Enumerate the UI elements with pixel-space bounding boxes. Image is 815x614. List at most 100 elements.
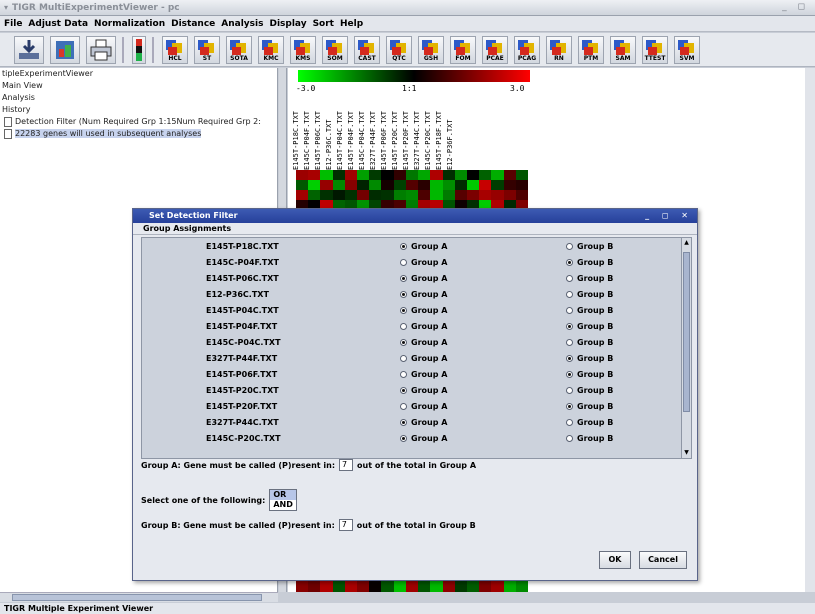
group-a-radio[interactable]: Group A <box>400 402 447 411</box>
logic-list[interactable]: OR AND <box>269 489 297 511</box>
heatmap-cell[interactable] <box>332 170 345 180</box>
heatmap-cell[interactable] <box>369 180 382 190</box>
group-a-radio[interactable]: Group A <box>400 434 447 443</box>
menu-normalization[interactable]: Normalization <box>94 19 165 29</box>
heatmap-cell[interactable] <box>405 180 419 190</box>
heatmap-cell[interactable] <box>308 170 321 180</box>
scrollbar-thumb[interactable] <box>12 594 262 601</box>
scroll-down-icon[interactable]: ▼ <box>682 448 691 458</box>
pcag-button[interactable]: PCAG <box>514 35 540 64</box>
heatmap-cell[interactable] <box>418 190 431 200</box>
heatmap-cell[interactable] <box>357 580 370 592</box>
menu-adjust-data[interactable]: Adjust Data <box>28 19 88 29</box>
menu-display[interactable]: Display <box>269 19 306 29</box>
heatmap-cell[interactable] <box>393 580 406 592</box>
heatmap-cell[interactable] <box>442 190 455 200</box>
menu-distance[interactable]: Distance <box>171 19 215 29</box>
heatmap-bottom[interactable] <box>296 580 528 592</box>
heatmap-cell[interactable] <box>430 170 443 180</box>
group-a-count-input[interactable]: 7 <box>339 459 354 471</box>
heatmap-cell[interactable] <box>344 180 358 190</box>
heatmap-cell[interactable] <box>503 170 516 180</box>
heatmap-cell[interactable] <box>296 580 309 592</box>
group-b-radio[interactable]: Group B <box>566 258 613 267</box>
heatmap-cell[interactable] <box>418 180 431 190</box>
menu-analysis[interactable]: Analysis <box>221 19 263 29</box>
menu-sort[interactable]: Sort <box>313 19 334 29</box>
heatmap-cell[interactable] <box>430 180 443 190</box>
group-a-radio[interactable]: Group A <box>400 338 447 347</box>
heatmap-cell[interactable] <box>369 580 382 592</box>
fom-button[interactable]: FOM <box>450 35 476 64</box>
dialog-window-controls[interactable]: _ ◻ ✕ <box>645 209 693 223</box>
group-b-radio[interactable]: Group B <box>566 274 613 283</box>
heatmap-cell[interactable] <box>405 170 419 180</box>
heatmap-cell[interactable] <box>369 170 382 180</box>
window-menu-icon[interactable]: ▾ <box>4 3 8 12</box>
group-b-radio[interactable]: Group B <box>566 290 613 299</box>
heatmap-cell[interactable] <box>320 180 333 190</box>
viewer-vertical-scrollbar[interactable] <box>805 68 815 592</box>
heatmap-cell[interactable] <box>320 190 333 200</box>
group-a-radio[interactable]: Group A <box>400 306 447 315</box>
heatmap-cell[interactable] <box>442 180 455 190</box>
group-a-radio[interactable]: Group A <box>400 322 447 331</box>
heatmap-cell[interactable] <box>296 170 309 180</box>
option-or[interactable]: OR <box>270 490 296 500</box>
heatmap-cell[interactable] <box>418 580 431 592</box>
heatmap-cell[interactable] <box>369 190 382 200</box>
group-b-radio[interactable]: Group B <box>566 434 613 443</box>
heatmap-cell[interactable] <box>357 180 370 190</box>
heatmap-cell[interactable] <box>405 190 419 200</box>
heatmap-cell[interactable] <box>515 190 528 200</box>
heatmap-cell[interactable] <box>466 180 480 190</box>
cast-button[interactable]: CAST <box>354 35 380 64</box>
heatmap-cell[interactable] <box>418 170 431 180</box>
menu-help[interactable]: Help <box>340 19 363 29</box>
heatmap-cell[interactable] <box>381 190 394 200</box>
heatmap-cell[interactable] <box>466 190 480 200</box>
tree-root[interactable]: tipleExperimentViewer <box>0 68 277 80</box>
heatmap-cell[interactable] <box>430 190 443 200</box>
kms-button[interactable]: KMS <box>290 35 316 64</box>
heatmap-cell[interactable] <box>381 180 394 190</box>
sota-button[interactable]: SOTA <box>226 35 252 64</box>
heatmap-cell[interactable] <box>454 180 467 190</box>
load-data-button[interactable] <box>14 35 44 64</box>
group-b-radio[interactable]: Group B <box>566 242 613 251</box>
pcae-button[interactable]: PCAE <box>482 35 508 64</box>
window-controls[interactable]: _ ◻ <box>782 2 809 12</box>
scroll-up-icon[interactable]: ▲ <box>682 238 691 248</box>
group-b-radio[interactable]: Group B <box>566 386 613 395</box>
save-image-button[interactable] <box>50 35 80 64</box>
tree-item-history[interactable]: History <box>0 104 277 116</box>
heatmap-cell[interactable] <box>491 180 504 190</box>
gsh-button[interactable]: GSH <box>418 35 444 64</box>
ttest-button[interactable]: TTEST <box>642 35 668 64</box>
table-vertical-scrollbar[interactable]: ▲ ▼ <box>681 238 691 458</box>
group-a-radio[interactable]: Group A <box>400 258 447 267</box>
heatmap-cell[interactable] <box>479 170 492 180</box>
group-b-count-input[interactable]: 7 <box>338 519 353 531</box>
heatmap-cell[interactable] <box>442 580 455 592</box>
tree-item-main-view[interactable]: Main View <box>0 80 277 92</box>
ok-button[interactable]: OK <box>599 551 631 569</box>
heatmap-cell[interactable] <box>393 190 406 200</box>
heatmap-cell[interactable] <box>454 190 467 200</box>
heatmap-cell[interactable] <box>479 190 492 200</box>
heatmap-cell[interactable] <box>320 580 333 592</box>
heatmap-cell[interactable] <box>466 580 480 592</box>
svm-button[interactable]: SVM <box>674 35 700 64</box>
group-b-radio[interactable]: Group B <box>566 322 613 331</box>
cancel-button[interactable]: Cancel <box>639 551 687 569</box>
group-b-radio[interactable]: Group B <box>566 418 613 427</box>
group-a-radio[interactable]: Group A <box>400 354 447 363</box>
group-b-radio[interactable]: Group B <box>566 306 613 315</box>
group-a-radio[interactable]: Group A <box>400 242 447 251</box>
heatmap-cell[interactable] <box>503 580 516 592</box>
heatmap-cell[interactable] <box>308 190 321 200</box>
heatmap-cell[interactable] <box>332 180 345 190</box>
qtc-button[interactable]: QTC <box>386 35 412 64</box>
heatmap-cell[interactable] <box>454 170 467 180</box>
heatmap-cell[interactable] <box>393 180 406 190</box>
